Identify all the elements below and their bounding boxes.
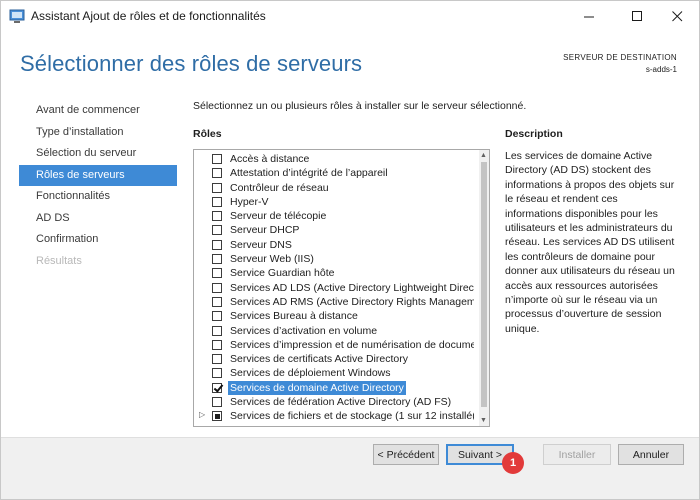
scrollbar-thumb[interactable] bbox=[481, 162, 487, 407]
page-title: Sélectionner des rôles de serveurs bbox=[20, 51, 363, 76]
minimize-icon bbox=[583, 16, 594, 18]
role-checkbox[interactable] bbox=[212, 296, 222, 307]
role-checkbox[interactable] bbox=[212, 196, 222, 207]
roles-list: Accès à distance Attestation d’intégrité … bbox=[194, 152, 474, 424]
install-button: Installer bbox=[543, 444, 611, 465]
role-label: Hyper-V bbox=[230, 195, 269, 208]
role-checkbox[interactable] bbox=[212, 268, 222, 279]
role-checkbox[interactable] bbox=[212, 254, 222, 265]
nav-item-confirmation[interactable]: Confirmation bbox=[19, 229, 177, 251]
role-checkbox[interactable] bbox=[212, 382, 222, 393]
role-label: Serveur DNS bbox=[230, 238, 292, 251]
role-label: Services AD RMS (Active Directory Rights… bbox=[230, 295, 474, 308]
role-item[interactable]: Services AD LDS (Active Directory Lightw… bbox=[194, 281, 474, 295]
role-item[interactable]: Serveur DNS bbox=[194, 238, 474, 252]
expand-arrow-icon[interactable]: ▷ bbox=[199, 410, 205, 419]
role-label: Services de fédération Active Directory … bbox=[230, 396, 452, 409]
step-number-badge: 1 bbox=[502, 452, 524, 474]
roles-heading: Rôles bbox=[193, 128, 222, 140]
role-label: Services de certificats Active Directory bbox=[230, 353, 408, 366]
wizard-window: Assistant Ajout de rôles et de fonctionn… bbox=[0, 0, 700, 500]
role-label: Services de fichiers et de stockage (1 s… bbox=[230, 410, 474, 423]
role-checkbox[interactable] bbox=[212, 154, 222, 164]
role-label: Serveur Web (IIS) bbox=[230, 253, 314, 266]
close-icon bbox=[671, 11, 682, 22]
role-label: Services de déploiement Windows bbox=[230, 367, 391, 380]
role-label: Serveur DHCP bbox=[230, 224, 300, 237]
role-checkbox[interactable] bbox=[212, 182, 222, 193]
role-checkbox[interactable] bbox=[212, 311, 222, 322]
description-heading: Description bbox=[505, 128, 563, 140]
role-item[interactable]: Services AD RMS (Active Directory Rights… bbox=[194, 295, 474, 309]
nav-item-roles-serveurs[interactable]: Rôles de serveurs bbox=[19, 164, 177, 186]
minimize-button[interactable] bbox=[567, 1, 611, 32]
window-title: Assistant Ajout de rôles et de fonctionn… bbox=[31, 9, 266, 23]
title-bar: Assistant Ajout de rôles et de fonctionn… bbox=[1, 1, 699, 32]
roles-scrollbar[interactable]: ▲ ▼ bbox=[479, 150, 489, 426]
server-manager-icon bbox=[9, 9, 25, 23]
scroll-up-icon[interactable]: ▲ bbox=[480, 152, 487, 159]
role-description: Les services de domaine Active Directory… bbox=[505, 150, 675, 335]
role-checkbox[interactable] bbox=[212, 211, 222, 222]
role-item[interactable]: Serveur de télécopie bbox=[194, 209, 474, 223]
role-item[interactable]: Services de déploiement Windows bbox=[194, 366, 474, 380]
role-label: Services d’activation en volume bbox=[230, 324, 378, 337]
role-item[interactable]: Accès à distance bbox=[194, 152, 474, 166]
role-checkbox[interactable] bbox=[212, 239, 222, 250]
role-item[interactable]: Service Guardian hôte bbox=[194, 266, 474, 280]
instruction-text: Sélectionnez un ou plusieurs rôles à ins… bbox=[193, 100, 527, 112]
role-label: Services d’impression et de numérisation… bbox=[230, 338, 474, 351]
nav-item-type-installation[interactable]: Type d’installation bbox=[19, 122, 177, 144]
role-label: Services AD LDS (Active Directory Lightw… bbox=[230, 281, 474, 294]
role-checkbox[interactable] bbox=[212, 397, 222, 408]
role-label: Serveur de télécopie bbox=[230, 210, 327, 223]
nav-item-fonctionnalites[interactable]: Fonctionnalités bbox=[19, 186, 177, 208]
role-item[interactable]: ▷ Services de fichiers et de stockage (1 … bbox=[194, 409, 474, 423]
nav-item-resultats: Résultats bbox=[36, 254, 82, 267]
nav-item-ad-ds[interactable]: AD DS bbox=[19, 208, 177, 230]
scroll-down-icon[interactable]: ▼ bbox=[480, 417, 487, 424]
role-checkbox[interactable] bbox=[212, 354, 222, 365]
role-item[interactable]: Services d’activation en volume bbox=[194, 324, 474, 338]
role-item[interactable]: Contrôleur de réseau bbox=[194, 181, 474, 195]
role-label: Services Bureau à distance bbox=[230, 310, 358, 323]
previous-button[interactable]: < Précédent bbox=[373, 444, 439, 465]
maximize-button[interactable] bbox=[615, 1, 659, 32]
nav-item-avant-de-commencer[interactable]: Avant de commencer bbox=[19, 100, 177, 122]
role-item[interactable]: Services de certificats Active Directory bbox=[194, 352, 474, 366]
maximize-icon bbox=[631, 11, 642, 21]
role-label: Services de domaine Active Directory bbox=[228, 380, 406, 396]
role-checkbox[interactable] bbox=[212, 168, 222, 179]
role-checkbox[interactable] bbox=[212, 282, 222, 293]
close-button[interactable] bbox=[655, 1, 699, 32]
role-label: Accès à distance bbox=[230, 153, 310, 165]
cancel-button[interactable]: Annuler bbox=[618, 444, 684, 465]
roles-listbox[interactable]: Accès à distance Attestation d’intégrité … bbox=[193, 149, 490, 427]
role-item[interactable]: Serveur Web (IIS) bbox=[194, 252, 474, 266]
role-label: Attestation d’intégrité de l’appareil bbox=[230, 167, 388, 180]
role-label: Service Guardian hôte bbox=[230, 267, 335, 280]
role-checkbox[interactable] bbox=[212, 225, 222, 236]
role-item[interactable]: Services de fédération Active Directory … bbox=[194, 395, 474, 409]
role-item[interactable]: Hyper-V bbox=[194, 195, 474, 209]
nav-item-selection-serveur[interactable]: Sélection du serveur bbox=[19, 143, 177, 165]
role-label: Contrôleur de réseau bbox=[230, 181, 329, 194]
role-item[interactable]: Services Bureau à distance bbox=[194, 309, 474, 323]
role-checkbox[interactable] bbox=[212, 339, 222, 350]
role-item[interactable]: Services d’impression et de numérisation… bbox=[194, 338, 474, 352]
destination-server-label: SERVEUR DE DESTINATION bbox=[563, 53, 677, 62]
role-item[interactable]: Services de domaine Active Directory bbox=[194, 380, 474, 396]
role-checkbox[interactable] bbox=[212, 411, 222, 422]
destination-server-name: s-adds-1 bbox=[645, 65, 677, 74]
role-checkbox[interactable] bbox=[212, 368, 222, 379]
wizard-steps-nav: Avant de commencer Type d’installation S… bbox=[19, 100, 177, 272]
role-checkbox[interactable] bbox=[212, 325, 222, 336]
role-item[interactable]: Attestation d’intégrité de l’appareil bbox=[194, 166, 474, 180]
role-item[interactable]: Serveur DHCP bbox=[194, 223, 474, 237]
